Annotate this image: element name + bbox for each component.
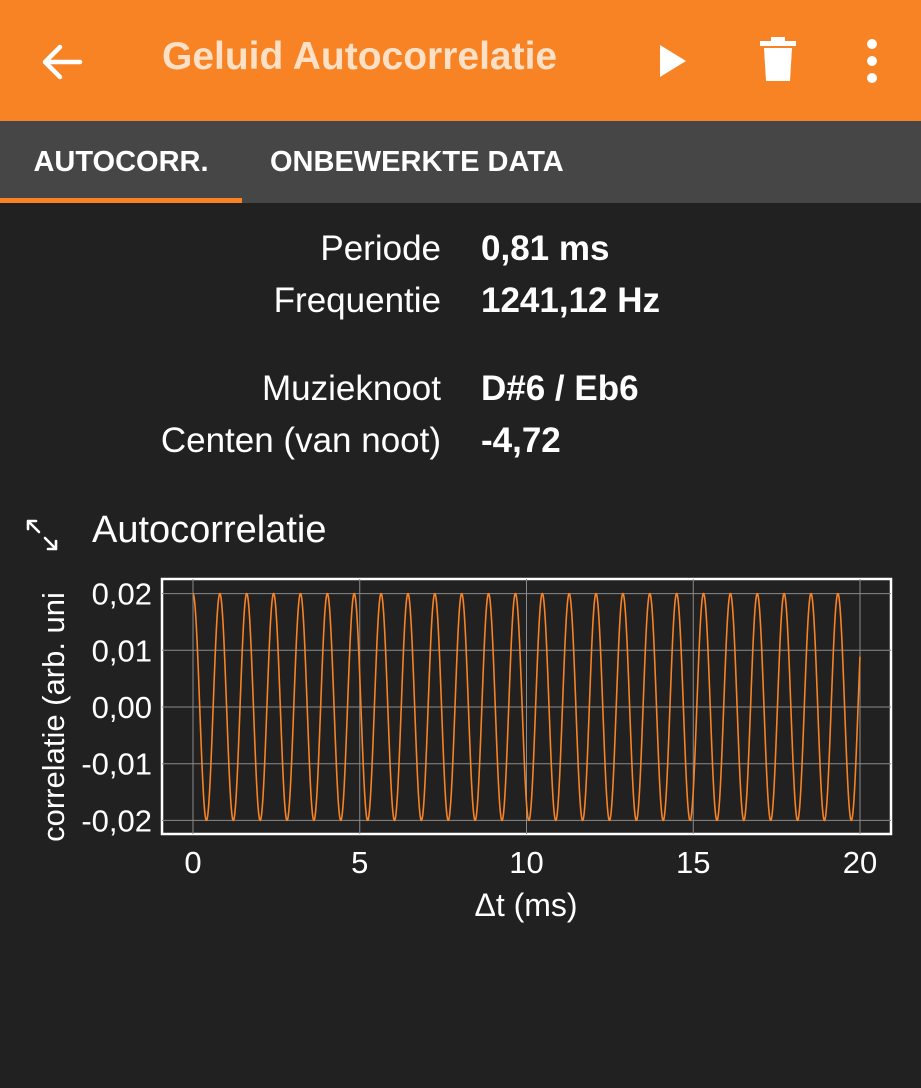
- x-axis-label: Δt (ms): [474, 887, 577, 923]
- more-vertical-icon[interactable]: [858, 36, 886, 86]
- app-bar: Geluid Autocorrelatie: [0, 0, 921, 121]
- y-tick-label: -0,01: [81, 747, 152, 782]
- app-title: Geluid Autocorrelatie: [162, 35, 558, 78]
- y-tick-label: 0,01: [92, 633, 152, 668]
- period-value: 0,81 ms: [481, 229, 610, 268]
- arrow-left-icon[interactable]: [40, 40, 84, 84]
- period-label: Periode: [320, 229, 441, 268]
- tab-autocorr-label: AUTOCORR.: [33, 146, 209, 178]
- value-row-note: Muzieknoot D#6 / Eb6: [0, 364, 921, 414]
- y-tick-labels: 0,02 0,01 0,00 -0,01 -0,02: [81, 577, 152, 839]
- frequency-label: Frequentie: [273, 281, 441, 320]
- trash-icon[interactable]: [758, 36, 798, 82]
- value-row-cents: Centen (van noot) -4,72: [0, 416, 921, 466]
- play-icon[interactable]: [656, 42, 688, 80]
- tab-bar: AUTOCORR. ONBEWERKTE DATA: [0, 121, 921, 203]
- value-row-frequency: Frequentie 1241,12 Hz: [0, 276, 921, 326]
- note-value: D#6 / Eb6: [481, 369, 639, 408]
- tab-autocorr[interactable]: AUTOCORR.: [0, 121, 242, 203]
- graph-title: Autocorrelatie: [92, 509, 327, 551]
- y-axis-label: correlatie (arb. uni: [36, 592, 71, 842]
- cents-value: -4,72: [481, 421, 561, 460]
- y-tick-label: 0,02: [92, 577, 152, 612]
- x-tick-label: 5: [351, 845, 368, 880]
- cents-label: Centen (van noot): [160, 421, 441, 460]
- note-label: Muzieknoot: [262, 369, 441, 408]
- y-tick-label: 0,00: [92, 690, 152, 725]
- x-tick-label: 15: [676, 845, 710, 880]
- tab-raw-data[interactable]: ONBEWERKTE DATA: [270, 121, 564, 203]
- x-tick-label: 0: [184, 845, 201, 880]
- tab-selected-indicator: [0, 198, 242, 203]
- x-tick-label: 10: [509, 845, 543, 880]
- x-tick-label: 20: [843, 845, 877, 880]
- autocorrelation-chart[interactable]: 0,020,010,00-0,01-0,02 0 5 10 15 20 Δt (ms) …: [0, 560, 921, 940]
- tab-raw-data-label: ONBEWERKTE DATA: [270, 146, 564, 178]
- x-tick-labels: 0 5 10 15 20: [184, 845, 877, 880]
- graph-header: Autocorrelatie: [0, 505, 921, 565]
- expand-arrows-icon[interactable]: [24, 517, 60, 553]
- frequency-value: 1241,12 Hz: [481, 281, 661, 320]
- y-tick-label: -0,02: [81, 803, 152, 838]
- value-row-period: Periode 0,81 ms: [0, 224, 921, 274]
